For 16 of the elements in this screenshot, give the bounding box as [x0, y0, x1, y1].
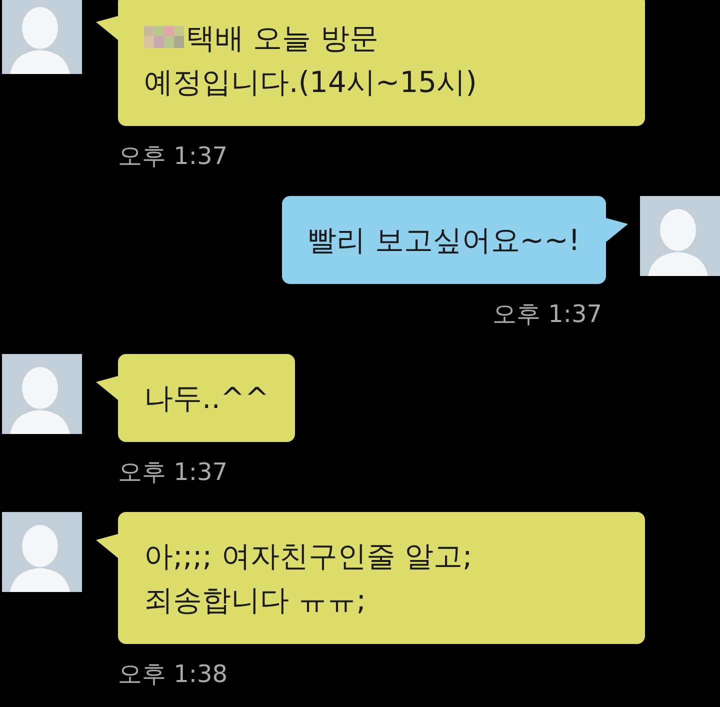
bubble-tail [606, 218, 628, 242]
avatar-icon [2, 512, 82, 592]
bubble-tail [96, 16, 118, 40]
message-time: 오후 1:37 [118, 457, 229, 488]
message-time: 오후 1:38 [118, 659, 229, 690]
avatar-icon [640, 196, 720, 276]
message-bubble: 나두..^^ [118, 354, 296, 442]
message-bubble: 빨리 보고싶어요~~! [282, 196, 606, 284]
message-time: 오후 1:37 [118, 141, 229, 172]
message-bubble: 택배 오늘 방문 예정입니다.(14시~15시) [118, 0, 645, 126]
avatar-icon [2, 0, 82, 74]
bubble-tail [96, 534, 118, 558]
message-bubble: 아;;;; 여자친구인줄 알고; 죄송합니다 ㅠㅠ; [118, 512, 645, 644]
avatar-icon [2, 354, 82, 434]
bubble-tail [96, 376, 118, 400]
message-time: 오후 1:37 [492, 299, 602, 330]
